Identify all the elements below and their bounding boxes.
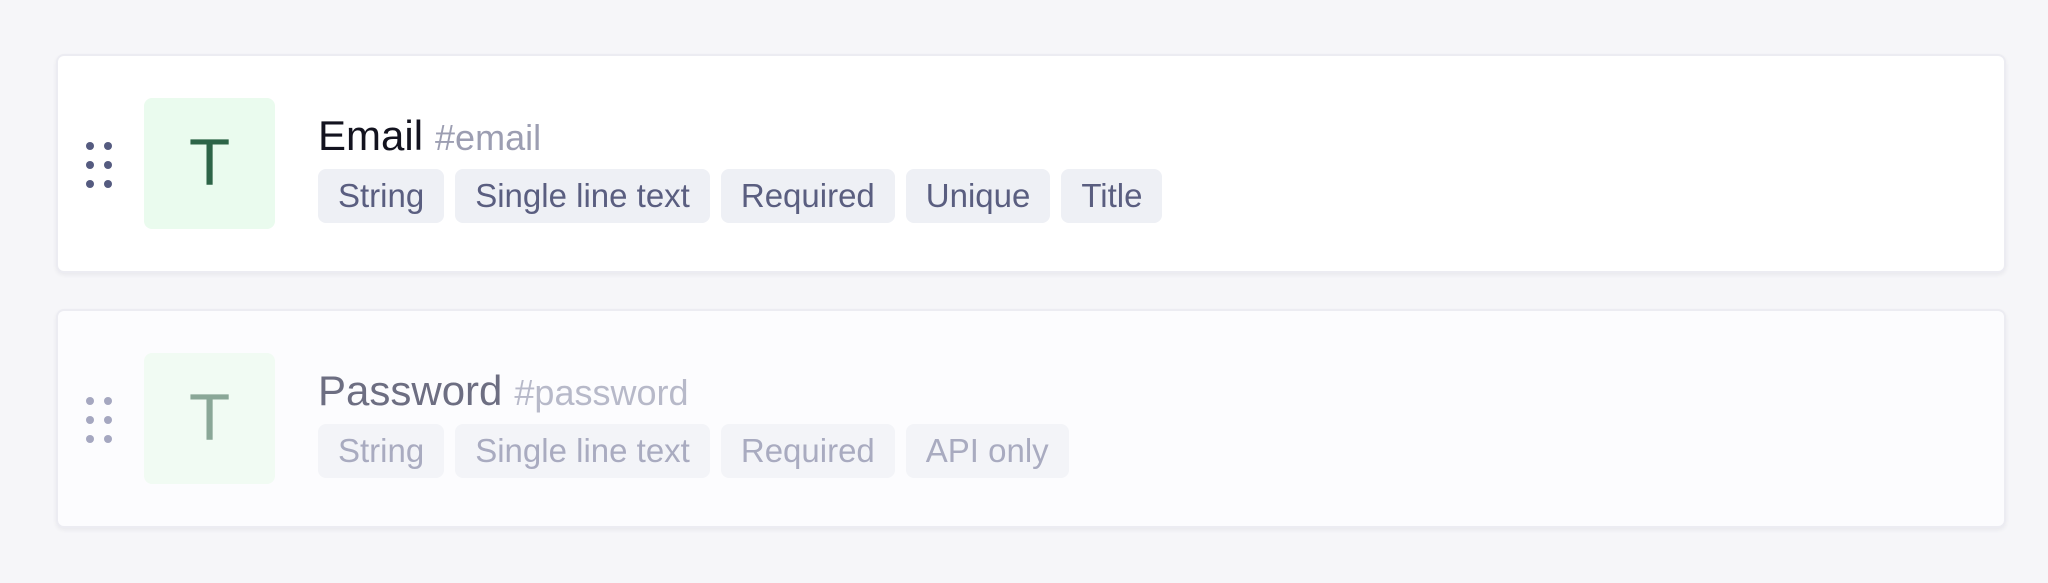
field-name: Email	[318, 112, 424, 159]
type-letter: T	[190, 381, 229, 455]
field-body: Password #password String Single line te…	[318, 367, 1069, 478]
field-body: Email #email String Single line text Req…	[318, 112, 1163, 223]
text-type-icon: T	[144, 98, 275, 229]
drag-handle-icon[interactable]	[86, 397, 116, 443]
field-card-email[interactable]: T Email #email String Single line text R…	[56, 54, 2006, 273]
field-key: #email	[435, 117, 542, 158]
tag-string: String	[318, 169, 445, 223]
drag-handle-icon[interactable]	[86, 142, 116, 188]
field-tags: String Single line text Required API onl…	[318, 424, 1069, 478]
type-letter: T	[190, 126, 229, 200]
text-type-icon: T	[144, 353, 275, 484]
tag-string: String	[318, 424, 445, 478]
tag-single-line-text: Single line text	[455, 169, 710, 223]
field-title-row: Email #email	[318, 112, 1162, 160]
field-card-password[interactable]: T Password #password String Single line …	[56, 309, 2006, 528]
tag-single-line-text: Single line text	[455, 424, 710, 478]
tag-unique: Unique	[905, 169, 1051, 223]
tag-api-only: API only	[905, 424, 1069, 478]
tag-required: Required	[720, 169, 895, 223]
field-title-row: Password #password	[318, 367, 1069, 415]
field-name: Password	[318, 367, 503, 414]
field-tags: String Single line text Required Unique …	[318, 169, 1163, 223]
field-list: T Email #email String Single line text R…	[56, 54, 2006, 564]
tag-title: Title	[1061, 169, 1163, 223]
field-key: #password	[514, 372, 689, 413]
tag-required: Required	[720, 424, 895, 478]
